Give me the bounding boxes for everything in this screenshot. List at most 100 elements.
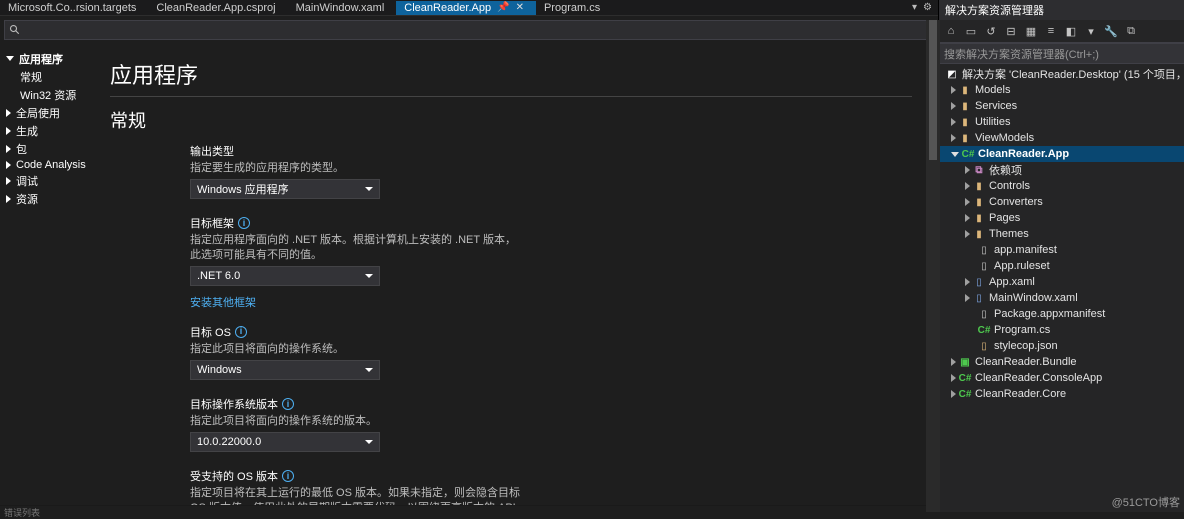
nav-application[interactable]: 应用程序 [6, 50, 110, 68]
properties-icon[interactable]: ≡ [1043, 23, 1059, 39]
chevron-down-icon [365, 274, 373, 278]
tab-mainwindow[interactable]: MainWindow.xaml [288, 1, 397, 15]
tree-file-program[interactable]: C#Program.cs [939, 322, 1184, 338]
page-title: 应用程序 [110, 58, 912, 90]
nav-debug[interactable]: 调试 [6, 172, 110, 190]
info-icon[interactable]: i [282, 470, 294, 482]
folder-icon: ▮ [958, 131, 972, 145]
nav-package[interactable]: 包 [6, 140, 110, 158]
tree-project-core[interactable]: C#CleanReader.Core [939, 386, 1184, 402]
home-icon[interactable]: ⌂ [943, 23, 959, 39]
xaml-icon: ▯ [972, 275, 986, 289]
install-other-frameworks-link[interactable]: 安装其他框架 [190, 294, 912, 310]
file-icon: ▯ [977, 243, 991, 257]
folder-icon: ▮ [972, 179, 986, 193]
tree-project-cleanreader-app[interactable]: C#CleanReader.App [939, 146, 1184, 162]
close-icon[interactable]: ✕ [516, 2, 524, 13]
tree-file-stylecop[interactable]: ▯stylecop.json [939, 338, 1184, 354]
info-icon[interactable]: i [238, 217, 250, 229]
nav-global-usings[interactable]: 全局使用 [6, 104, 110, 122]
field-output-type: 输出类型 指定要生成的应用程序的类型。 Windows 应用程序 [190, 143, 912, 199]
search-icon [9, 24, 21, 36]
tree-file-appxaml[interactable]: ▯App.xaml [939, 274, 1184, 290]
section-header: 常规 [110, 107, 912, 133]
nav-build[interactable]: 生成 [6, 122, 110, 140]
tree-folder-viewmodels[interactable]: ▮ViewModels [939, 130, 1184, 146]
tree-file-appruleset[interactable]: ▯App.ruleset [939, 258, 1184, 274]
tree-folder-models[interactable]: ▮Models [939, 82, 1184, 98]
dependencies-icon: ⧉ [972, 163, 986, 177]
more-icon[interactable]: ▾ [1083, 23, 1099, 39]
dropdown-target-framework[interactable]: .NET 6.0 [190, 266, 380, 286]
tree-folder-themes[interactable]: ▮Themes [939, 226, 1184, 242]
info-icon[interactable]: i [282, 398, 294, 410]
dropdown-output-type[interactable]: Windows 应用程序 [190, 179, 380, 199]
dropdown-target-os[interactable]: Windows [190, 360, 380, 380]
folder-icon: ▮ [972, 211, 986, 225]
pin-icon[interactable]: 📌 [497, 2, 509, 13]
tab-targets[interactable]: Microsoft.Co..rsion.targets [0, 1, 148, 15]
tab-program[interactable]: Program.cs [536, 1, 612, 15]
folder-icon: ▮ [972, 227, 986, 241]
scroll-thumb[interactable] [929, 20, 937, 160]
xaml-icon: ▯ [972, 291, 986, 305]
nav-win32-resources[interactable]: Win32 资源 [20, 86, 110, 104]
nav-resources[interactable]: 资源 [6, 190, 110, 208]
info-icon[interactable]: i [235, 326, 247, 338]
settings-nav: 应用程序 常规 Win32 资源 全局使用 生成 包 Code Analysis… [0, 44, 110, 505]
field-os-version: 目标操作系统版本i 指定此项目将面向的操作系统的版本。 10.0.22000.0 [190, 396, 912, 452]
field-supported-os: 受支持的 OS 版本i 指定项目将在其上运行的最低 OS 版本。如果未指定，则会… [190, 468, 912, 505]
csproj-icon: C# [961, 147, 975, 161]
cs-icon: C# [977, 323, 991, 337]
csproj-icon: C# [958, 387, 972, 401]
watermark: @51CTO博客 [1112, 494, 1180, 510]
show-all-icon[interactable]: ▦ [1023, 23, 1039, 39]
divider [110, 96, 912, 97]
collapse-icon[interactable]: ⊟ [1003, 23, 1019, 39]
folder-icon: ▮ [958, 99, 972, 113]
preview-icon[interactable]: ◧ [1063, 23, 1079, 39]
tree-folder-converters[interactable]: ▮Converters [939, 194, 1184, 210]
folder-icon: ▮ [958, 115, 972, 129]
tree-dependencies[interactable]: ⧉依赖项 [939, 162, 1184, 178]
page-search[interactable] [4, 20, 934, 40]
chevron-down-icon [365, 187, 373, 191]
solution-explorer-title: 解决方案资源管理器 ▾ 📌 ✕ [939, 0, 1184, 20]
chevron-down-icon [365, 368, 373, 372]
nav-general[interactable]: 常规 [20, 68, 110, 86]
vertical-scrollbar[interactable] [926, 20, 940, 512]
json-icon: ▯ [977, 339, 991, 353]
solution-node[interactable]: ◩解决方案 'CleanReader.Desktop' (15 个项目，共 15… [939, 66, 1184, 82]
tree-folder-utilities[interactable]: ▮Utilities [939, 114, 1184, 130]
solution-explorer-panel: 解决方案资源管理器 ▾ 📌 ✕ ⌂ ▭ ↺ ⊟ ▦ ≡ ◧ ▾ 🔧 ⧉ 搜索解决… [938, 0, 1184, 512]
dropdown-os-version[interactable]: 10.0.22000.0 [190, 432, 380, 452]
link-icon[interactable]: ⧉ [1123, 23, 1139, 39]
tree-folder-pages[interactable]: ▮Pages [939, 210, 1184, 226]
solution-icon: ◩ [945, 67, 959, 81]
tab-dropdown-icon[interactable]: ▾ [912, 2, 917, 13]
wrench-icon[interactable]: 🔧 [1103, 23, 1119, 39]
tree-file-package[interactable]: ▯Package.appxmanifest [939, 306, 1184, 322]
field-target-framework: 目标框架i 指定应用程序面向的 .NET 版本。根据计算机上安装的 .NET 版… [190, 215, 912, 286]
tree-folder-controls[interactable]: ▮Controls [939, 178, 1184, 194]
sync-icon[interactable]: ↺ [983, 23, 999, 39]
document-tabs: Microsoft.Co..rsion.targets CleanReader.… [0, 0, 938, 16]
solution-explorer-search[interactable]: 搜索解决方案资源管理器(Ctrl+;) 🔍▾ [939, 43, 1184, 64]
tab-csproj[interactable]: CleanReader.App.csproj [148, 1, 287, 15]
field-target-os: 目标 OSi 指定此项目将面向的操作系统。 Windows [190, 324, 912, 380]
tree-file-mainwindow[interactable]: ▯MainWindow.xaml [939, 290, 1184, 306]
solution-tree: ◩解决方案 'CleanReader.Desktop' (15 个项目，共 15… [939, 64, 1184, 512]
switcher-icon[interactable]: ▭ [963, 23, 979, 39]
tab-cleanreader-app[interactable]: CleanReader.App 📌 ✕ [396, 1, 536, 15]
nav-code-analysis[interactable]: Code Analysis [6, 158, 110, 172]
folder-icon: ▮ [958, 83, 972, 97]
folder-icon: ▮ [972, 195, 986, 209]
tree-project-console[interactable]: C#CleanReader.ConsoleApp [939, 370, 1184, 386]
status-bar: 错误列表 [0, 505, 938, 512]
tree-file-appmanifest[interactable]: ▯app.manifest [939, 242, 1184, 258]
solution-explorer-toolbar: ⌂ ▭ ↺ ⊟ ▦ ≡ ◧ ▾ 🔧 ⧉ [939, 20, 1184, 43]
tab-tools-icon[interactable]: ⚙ [923, 2, 932, 13]
tree-project-bundle[interactable]: ▣CleanReader.Bundle [939, 354, 1184, 370]
chevron-down-icon [365, 440, 373, 444]
tree-folder-services[interactable]: ▮Services [939, 98, 1184, 114]
